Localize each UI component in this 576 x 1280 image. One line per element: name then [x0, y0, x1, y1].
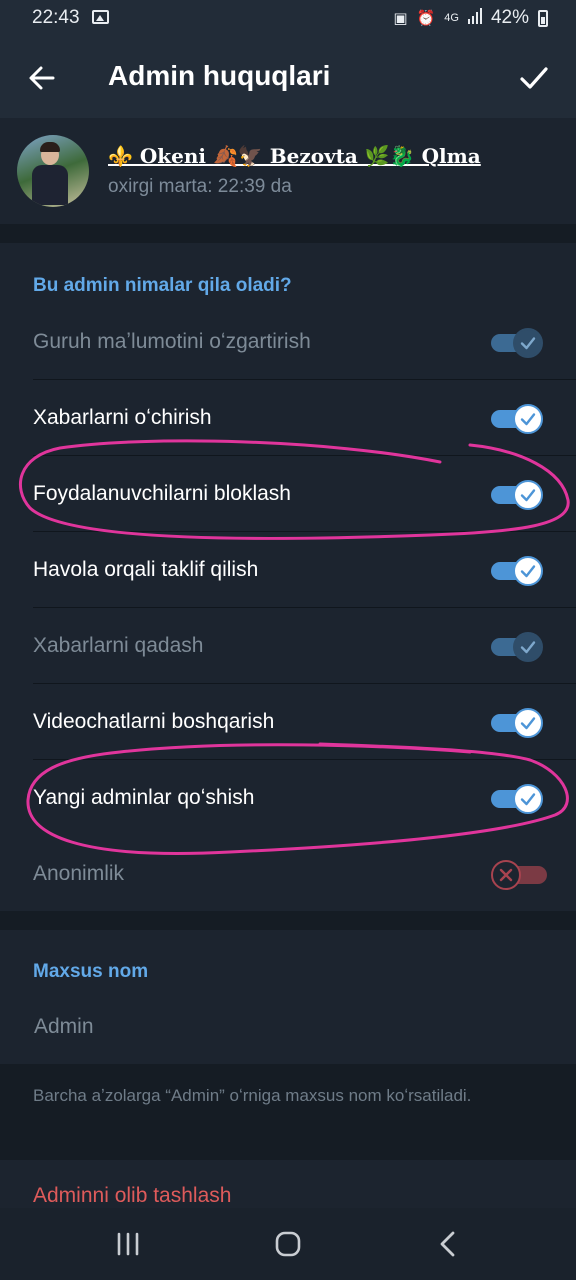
user-name: ⚜️️ Okeni 🍂🦅 Bezovta 🌿🐉 Qlma️	[108, 144, 481, 168]
custom-title-panel: Maxsus nom	[0, 930, 576, 1064]
app-header: Admin huquqlari	[0, 38, 576, 118]
perm-label: Videochatlarni boshqarish	[33, 710, 275, 733]
permissions-title: Bu admin nimalar qila oladi?	[33, 275, 292, 296]
signal-icon	[467, 7, 482, 29]
perm-manage-videochats[interactable]: Videochatlarni boshqarish	[0, 684, 576, 760]
status-time: 22:43	[32, 7, 80, 28]
check-icon	[520, 641, 536, 654]
permissions-panel: Bu admin nimalar qila oladi? Guruh maʼlu…	[0, 243, 576, 911]
page-title: Admin huquqlari	[108, 60, 331, 91]
toggle-switch[interactable]	[491, 784, 543, 814]
toggle-switch[interactable]	[491, 632, 543, 662]
avatar	[17, 135, 89, 207]
perm-label: Guruh maʼlumotini oʻzgartirish	[33, 330, 311, 353]
user-last-seen: oxirgi marta: 22:39 da	[108, 176, 292, 197]
lock-icon: ▣	[393, 9, 408, 27]
dismiss-admin-button[interactable]: Adminni olib tashlash	[33, 1184, 231, 1208]
gallery-notification-icon	[92, 10, 109, 24]
battery-percent: 42%	[490, 7, 529, 28]
recent-apps-button[interactable]	[98, 1226, 158, 1262]
home-button[interactable]	[258, 1226, 318, 1262]
perm-delete-messages[interactable]: Xabarlarni oʻchirish	[0, 380, 576, 456]
perm-anonymous[interactable]: Anonimlik	[0, 836, 576, 912]
back-button[interactable]	[22, 58, 62, 98]
perm-ban-users[interactable]: Foydalanuvchilarni bloklash	[0, 456, 576, 532]
perm-label: Havola orqali taklif qilish	[33, 558, 259, 581]
recent-apps-icon	[117, 1232, 139, 1256]
close-icon	[499, 868, 513, 882]
toggle-switch[interactable]	[491, 328, 543, 358]
check-icon	[520, 565, 536, 578]
perm-pin-messages[interactable]: Xabarlarni qadash	[0, 608, 576, 684]
check-icon	[520, 337, 536, 350]
check-icon	[520, 489, 536, 502]
perm-label: Xabarlarni oʻchirish	[33, 406, 212, 429]
back-nav-button[interactable]	[418, 1226, 478, 1262]
check-icon	[520, 67, 548, 89]
perm-label: Yangi adminlar qoʻshish	[33, 786, 255, 809]
status-bar: 22:43 ▣ ⏰ 4G 42%	[0, 0, 576, 38]
chevron-left-icon	[440, 1231, 455, 1257]
toggle-switch[interactable]	[491, 860, 547, 890]
perm-change-info[interactable]: Guruh maʼlumotini oʻzgartirish	[0, 304, 576, 380]
status-icons: ▣ ⏰ 4G 42%	[393, 7, 548, 29]
arrow-left-icon	[29, 66, 55, 90]
check-icon	[520, 413, 536, 426]
check-icon	[520, 793, 536, 806]
toggle-switch[interactable]	[491, 404, 543, 434]
save-button[interactable]	[514, 58, 554, 98]
check-icon	[520, 717, 536, 730]
perm-add-admins[interactable]: Yangi adminlar qoʻshish	[0, 760, 576, 836]
perm-label: Anonimlik	[33, 862, 125, 885]
custom-title-input[interactable]	[34, 1012, 534, 1042]
custom-title-hint: Barcha aʼzolarga “Admin” oʻrniga maxsus …	[33, 1086, 472, 1105]
toggle-switch[interactable]	[491, 480, 543, 510]
network-label: 4G	[444, 11, 459, 24]
home-icon	[275, 1231, 301, 1257]
perm-invite-link[interactable]: Havola orqali taklif qilish	[0, 532, 576, 608]
toggle-switch[interactable]	[491, 556, 543, 586]
custom-title-heading: Maxsus nom	[33, 961, 149, 982]
system-nav-bar	[0, 1208, 576, 1280]
toggle-switch[interactable]	[491, 708, 543, 738]
perm-label: Foydalanuvchilarni bloklash	[33, 482, 291, 505]
screen: 22:43 ▣ ⏰ 4G 42% Admin huquqlari ⚜️️ Oke…	[0, 0, 576, 1280]
user-card[interactable]: ⚜️️ Okeni 🍂🦅 Bezovta 🌿🐉 Qlma️ oxirgi mar…	[0, 118, 576, 224]
alarm-icon: ⏰	[416, 9, 436, 27]
perm-label: Xabarlarni qadash	[33, 634, 204, 657]
battery-icon	[538, 9, 548, 27]
